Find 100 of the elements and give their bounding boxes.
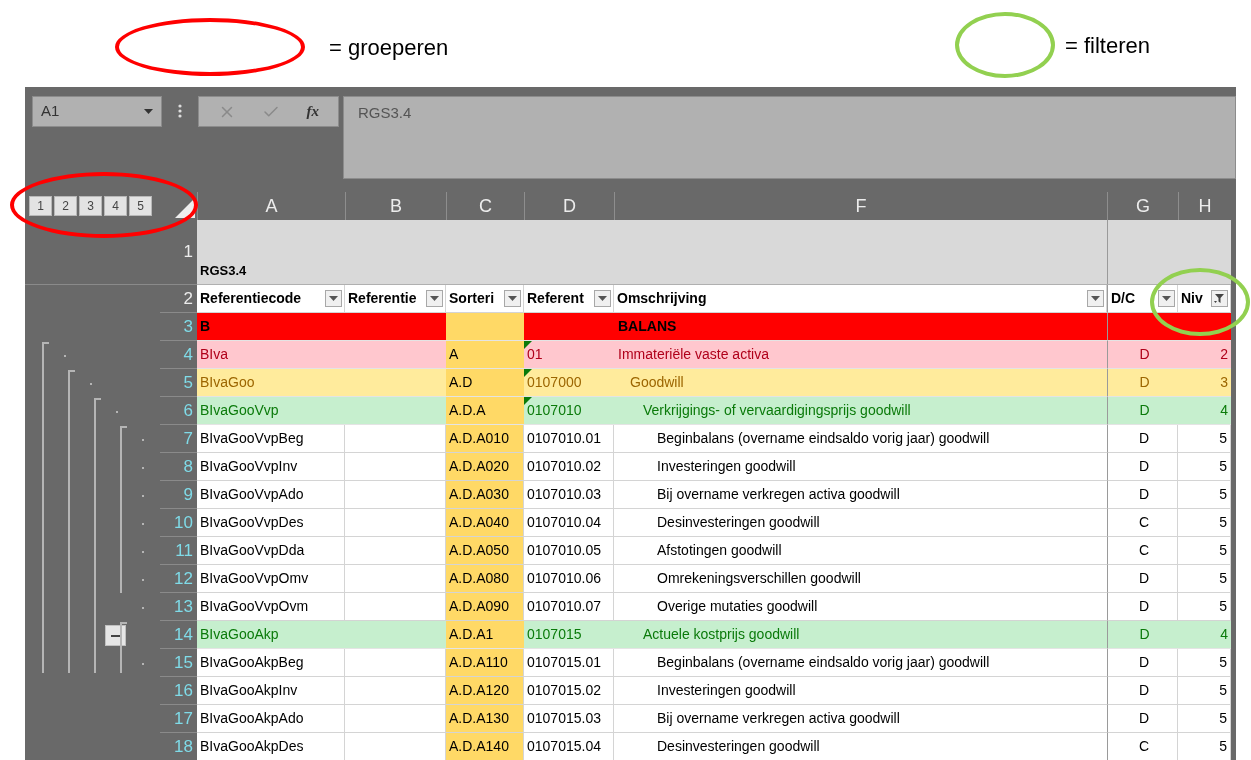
debit-credit-cell: D [1107, 621, 1178, 649]
filter-button[interactable] [426, 290, 443, 307]
code-cell: BIvaGooVvpAdo [197, 481, 345, 509]
caret-icon [329, 296, 338, 301]
column-header[interactable]: C [479, 192, 492, 220]
filter-button[interactable] [1087, 290, 1104, 307]
level-cell: 5 [1178, 649, 1231, 677]
debit-credit-cell: D [1107, 677, 1178, 705]
number-cell: 01 [524, 341, 614, 369]
collapse-button[interactable] [105, 625, 126, 646]
outline-level-button[interactable]: 5 [129, 196, 152, 216]
sheet-title: RGS3.4 [200, 261, 247, 280]
column-header[interactable]: D [563, 192, 576, 220]
description-cell: Overige mutaties goodwill [614, 593, 1107, 621]
number-cell: 0107015.01 [524, 649, 614, 677]
description-cell: Beginbalans (overname eindsaldo vorig jaar) goodwill [614, 649, 1107, 677]
row-number[interactable]: 11 [175, 537, 193, 564]
function-button[interactable]: fx [306, 100, 319, 123]
level-cell: 5 [1178, 593, 1231, 621]
row-number[interactable]: 1 [183, 239, 193, 265]
sort-cell: A.D.A [446, 397, 524, 425]
number-cell: 0107010.02 [524, 453, 614, 481]
debit-credit-cell: D [1107, 481, 1178, 509]
level-cell: 5 [1178, 509, 1231, 537]
number-cell: 0107010.01 [524, 425, 614, 453]
row-number[interactable]: 6 [183, 397, 193, 424]
row-number[interactable]: 10 [174, 509, 193, 536]
column-header[interactable]: H [1198, 192, 1212, 220]
number-cell: 0107015.02 [524, 677, 614, 705]
sort-cell: A.D.A120 [446, 677, 524, 705]
debit-credit-cell: C [1107, 509, 1178, 537]
level-cell: 5 [1178, 705, 1231, 733]
debit-credit-cell: D [1107, 649, 1178, 677]
filter-button[interactable] [504, 290, 521, 307]
caret-icon [1091, 296, 1100, 301]
number-cell: 0107010.04 [524, 509, 614, 537]
number-cell: 0107015.04 [524, 733, 614, 760]
column-header[interactable]: F [855, 192, 867, 220]
row-number[interactable]: 9 [183, 481, 193, 508]
sort-cell: A.D.A130 [446, 705, 524, 733]
level-cell: 4 [1178, 621, 1231, 649]
code-cell: BIvaGooVvp [197, 397, 345, 425]
column-header[interactable]: B [390, 192, 402, 220]
select-all-icon[interactable] [175, 198, 195, 218]
level-cell: 5 [1178, 537, 1231, 565]
row-number[interactable]: 5 [183, 369, 193, 396]
row-number[interactable]: 3 [183, 313, 193, 340]
sort-cell: A.D [446, 369, 524, 397]
row-number[interactable]: 7 [183, 425, 193, 452]
description-cell: Immateriële vaste activa [614, 341, 1107, 369]
code-cell: BIvaGoo [197, 369, 345, 397]
code-cell: BIvaGooAkpBeg [197, 649, 345, 677]
outline-level-button[interactable]: 3 [79, 196, 102, 216]
outline-level-button[interactable]: 4 [104, 196, 127, 216]
column-header[interactable]: G [1136, 192, 1150, 220]
row-number[interactable]: 18 [174, 733, 193, 760]
code-cell: BIvaGooAkp [197, 621, 345, 649]
filter-button[interactable] [1158, 290, 1175, 307]
sort-cell: A.D.A1 [446, 621, 524, 649]
column-title: Sorteri [449, 289, 495, 308]
description-cell: Bij overname verkregen activa goodwill [614, 481, 1107, 509]
name-box[interactable]: A1 [32, 96, 162, 127]
code-cell: BIva [197, 341, 345, 369]
outline-level-button[interactable]: 2 [54, 196, 77, 216]
legend-label: = groeperen [329, 33, 449, 62]
row-number[interactable]: 14 [174, 621, 193, 648]
code-cell: BIvaGooAkpAdo [197, 705, 345, 733]
code-cell: BIvaGooVvpOmv [197, 565, 345, 593]
description-cell: Investeringen goodwill [614, 453, 1107, 481]
sort-cell: A.D.A020 [446, 453, 524, 481]
row-number[interactable]: 16 [174, 677, 193, 704]
sort-cell: A.D.A050 [446, 537, 524, 565]
filter-button[interactable] [594, 290, 611, 307]
description-cell: Afstotingen goodwill [614, 537, 1107, 565]
row-number[interactable]: 13 [174, 593, 193, 620]
description-cell: Goodwill [614, 369, 1107, 397]
row-number[interactable]: 4 [183, 341, 193, 368]
sort-cell: A.D.A030 [446, 481, 524, 509]
code-cell: BIvaGooVvpDda [197, 537, 345, 565]
filter-button[interactable] [325, 290, 342, 307]
row-number[interactable]: 15 [174, 649, 193, 676]
description-cell: Verkrijgings- of vervaardigingsprijs goodwill [614, 397, 1107, 425]
filter-button[interactable] [1211, 290, 1228, 307]
debit-credit-cell: C [1107, 733, 1178, 760]
row-number[interactable]: 17 [174, 705, 193, 732]
level-cell: 5 [1178, 425, 1231, 453]
formula-field[interactable]: RGS3.4 [343, 96, 1236, 179]
level-cell: 3 [1178, 369, 1231, 397]
description-cell: Omrekeningsverschillen goodwill [614, 565, 1107, 593]
row-number[interactable]: 2 [183, 285, 193, 312]
number-cell: 0107010.06 [524, 565, 614, 593]
more-icon[interactable] [178, 104, 182, 118]
sort-cell: A [446, 341, 524, 369]
row-number[interactable]: 8 [183, 453, 193, 480]
row-number[interactable]: 12 [174, 565, 193, 592]
outline-level-button[interactable]: 1 [29, 196, 52, 216]
number-cell: 0107010.05 [524, 537, 614, 565]
column-title: Referentie [348, 289, 417, 308]
filter-icon [1214, 293, 1225, 304]
column-header[interactable]: A [265, 192, 278, 220]
